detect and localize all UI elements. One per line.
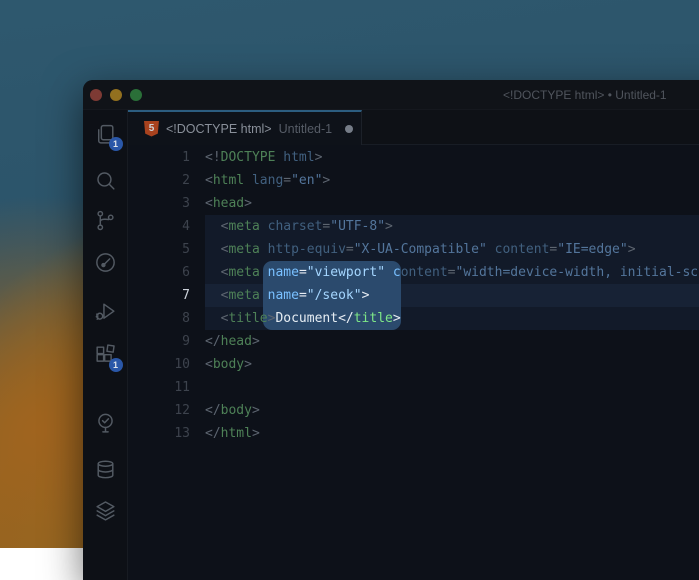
- line-number: 9: [128, 330, 190, 353]
- code-text: <meta charset="UTF-8">: [190, 215, 393, 238]
- minimize-button[interactable]: [110, 89, 122, 101]
- code-text: <title>Document</title>: [190, 307, 401, 330]
- code-line[interactable]: 6 <meta name="viewport" content="width=d…: [128, 261, 699, 284]
- code-text: <meta name="/seok">: [190, 284, 369, 307]
- run-debug-icon[interactable]: [83, 298, 128, 324]
- line-number: 12: [128, 399, 190, 422]
- code-line[interactable]: 11: [128, 376, 699, 399]
- layers-icon[interactable]: [83, 497, 128, 523]
- code-text: </html>: [190, 422, 260, 445]
- line-number: 5: [128, 238, 190, 261]
- code-text: [190, 376, 205, 399]
- code-text: <!DOCTYPE html>: [190, 146, 322, 169]
- code-line[interactable]: 4 <meta charset="UTF-8">: [128, 215, 699, 238]
- search-icon[interactable]: [83, 167, 128, 193]
- close-button[interactable]: [90, 89, 102, 101]
- code-line[interactable]: 2<html lang="en">: [128, 169, 699, 192]
- code-content: 1<!DOCTYPE html>2<html lang="en">3<head>…: [128, 145, 699, 445]
- code-line[interactable]: 1<!DOCTYPE html>: [128, 146, 699, 169]
- badge-count: 1: [109, 137, 123, 151]
- files-icon[interactable]: 1: [83, 121, 128, 147]
- line-number: 4: [128, 215, 190, 238]
- code-text: <meta name="viewport" content="width=dev…: [190, 261, 699, 284]
- tree-check-icon[interactable]: [83, 410, 128, 436]
- code-text: <body>: [190, 353, 252, 376]
- code-editor[interactable]: 1<!DOCTYPE html>2<html lang="en">3<head>…: [128, 145, 699, 580]
- code-line[interactable]: 3<head>: [128, 192, 699, 215]
- line-number: 8: [128, 307, 190, 330]
- line-number: 3: [128, 192, 190, 215]
- tab-description: Untitled-1: [279, 122, 333, 136]
- activity-bar: 11: [83, 110, 128, 580]
- maximize-button[interactable]: [130, 89, 142, 101]
- line-number: 13: [128, 422, 190, 445]
- line-number: 10: [128, 353, 190, 376]
- tab-bar: 5 <!DOCTYPE html> Untitled-1: [128, 110, 699, 145]
- code-text: </head>: [190, 330, 260, 353]
- code-line[interactable]: 13</html>: [128, 422, 699, 445]
- titlebar[interactable]: <!DOCTYPE html> • Untitled-1: [83, 80, 699, 110]
- code-line[interactable]: 12</body>: [128, 399, 699, 422]
- line-number: 11: [128, 376, 190, 399]
- code-line[interactable]: 7 <meta name="/seok">: [128, 284, 699, 307]
- line-number: 6: [128, 261, 190, 284]
- code-text: </body>: [190, 399, 260, 422]
- line-number: 7: [128, 284, 190, 307]
- line-number: 2: [128, 169, 190, 192]
- gitlens-icon[interactable]: [83, 249, 128, 275]
- tab-title: <!DOCTYPE html>: [166, 122, 272, 136]
- code-text: <meta http-equiv="X-UA-Compatible" conte…: [190, 238, 636, 261]
- traffic-lights: [83, 89, 142, 101]
- tab-untitled-1[interactable]: 5 <!DOCTYPE html> Untitled-1: [128, 110, 362, 145]
- html5-icon: 5: [144, 121, 159, 137]
- code-line[interactable]: 10<body>: [128, 353, 699, 376]
- code-line[interactable]: 5 <meta http-equiv="X-UA-Compatible" con…: [128, 238, 699, 261]
- window-title: <!DOCTYPE html> • Untitled-1: [503, 80, 667, 110]
- modified-dot-icon[interactable]: [345, 125, 353, 133]
- code-line[interactable]: 9</head>: [128, 330, 699, 353]
- vscode-window: <!DOCTYPE html> • Untitled-1 11 5 <!DOCT…: [83, 80, 699, 580]
- badge-count: 1: [109, 358, 123, 372]
- source-control-icon[interactable]: [83, 207, 128, 233]
- database-icon[interactable]: [83, 457, 128, 483]
- extensions-icon[interactable]: 1: [83, 342, 128, 368]
- line-number: 1: [128, 146, 190, 169]
- code-line[interactable]: 8 <title>Document</title>: [128, 307, 699, 330]
- code-text: <head>: [190, 192, 252, 215]
- code-text: <html lang="en">: [190, 169, 330, 192]
